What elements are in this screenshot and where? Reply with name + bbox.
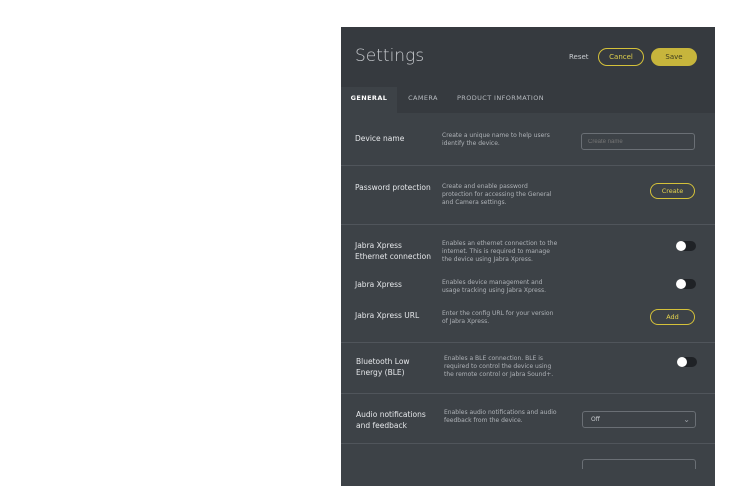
create-password-button[interactable]: Create [650,183,695,199]
tab-general[interactable]: GENERAL [341,87,397,113]
xpress-url-label: Jabra Xpress URL [355,311,420,320]
ble-toggle[interactable] [677,357,697,367]
xpress-ethernet-description: Enables an ethernet connection to the in… [442,240,558,263]
settings-header: Settings Reset Cancel Save GENERAL CAMER… [341,27,715,113]
xpress-ethernet-label: Jabra Xpress Ethernet connection [355,241,432,261]
xpress-label: Jabra Xpress [355,280,402,289]
audio-notifications-select[interactable]: Off ⌄ [582,411,696,428]
divider [341,165,715,166]
password-protection-description: Create and enable password protection fo… [442,183,552,206]
tab-camera[interactable]: CAMERA [403,87,443,113]
toggle-knob [677,357,687,367]
settings-panel: Settings Reset Cancel Save GENERAL CAMER… [341,27,715,486]
next-setting-input-partial[interactable] [582,459,696,469]
audio-notifications-selected: Off [591,416,600,423]
reset-button[interactable]: Reset [569,53,589,61]
divider [341,224,715,225]
divider [341,342,715,343]
toggle-knob [676,279,686,289]
device-name-input[interactable] [581,133,695,150]
divider [341,443,715,444]
device-name-description: Create a unique name to help users ident… [442,132,550,147]
ble-label: Bluetooth Low Energy (BLE) [356,357,410,377]
page-title: Settings [355,46,425,66]
chevron-down-icon: ⌄ [683,415,690,424]
xpress-url-description: Enter the config URL for your version of… [442,310,554,325]
password-protection-label: Password protection [355,183,431,192]
audio-notifications-description: Enables audio notifications and audio fe… [444,409,557,424]
device-name-label: Device name [355,134,405,143]
xpress-ethernet-toggle[interactable] [676,241,696,251]
save-button[interactable]: Save [651,48,697,66]
xpress-description: Enables device management and usage trac… [442,279,546,294]
audio-notifications-label: Audio notifications and feedback [356,410,426,430]
tab-product-information[interactable]: PRODUCT INFORMATION [453,87,548,113]
ble-description: Enables a BLE connection. BLE is require… [444,355,554,378]
add-url-button[interactable]: Add [650,309,695,325]
toggle-knob [676,241,686,251]
divider [341,393,715,394]
cancel-button[interactable]: Cancel [598,48,644,66]
xpress-toggle[interactable] [676,279,696,289]
